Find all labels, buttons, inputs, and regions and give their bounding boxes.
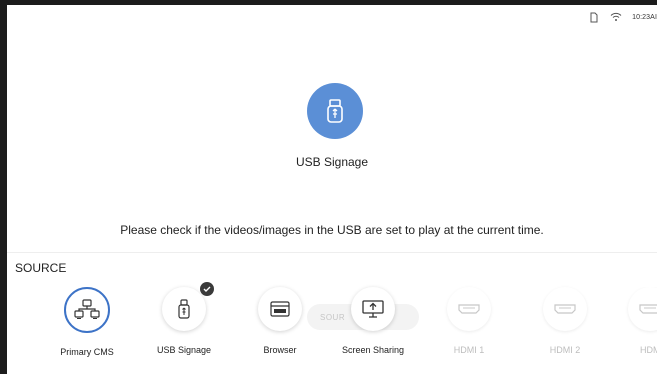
divider xyxy=(7,252,657,253)
usb-check-message: Please check if the videos/images in the… xyxy=(120,223,544,237)
source-label: HDMI 1 xyxy=(453,345,485,355)
source-label: Screen Sharing xyxy=(341,345,405,355)
browser-icon xyxy=(270,301,290,317)
status-bar: 10:23AI xyxy=(588,10,657,24)
source-button[interactable] xyxy=(351,287,395,331)
hdmi-port-icon xyxy=(458,304,480,314)
cms-network-icon xyxy=(74,299,100,319)
wifi-icon xyxy=(610,11,622,23)
signage-screen: 10:23AI USB Signage Please check if the … xyxy=(7,5,657,374)
source-hdmi-3[interactable]: HDM xyxy=(615,287,657,355)
hdmi-port-icon xyxy=(554,304,576,314)
source-label: Primary CMS xyxy=(60,347,114,357)
screen-share-icon xyxy=(362,300,384,318)
source-primary-cms[interactable]: Primary CMS xyxy=(42,287,132,357)
source-button[interactable] xyxy=(543,287,587,331)
source-browser[interactable]: Browser xyxy=(235,287,325,355)
source-screen-sharing[interactable]: Screen Sharing xyxy=(328,287,418,355)
source-button[interactable] xyxy=(447,287,491,331)
source-button[interactable] xyxy=(162,282,214,331)
usb-drive-icon xyxy=(178,299,190,319)
source-label: HDM xyxy=(640,345,657,355)
source-hdmi-2[interactable]: HDMI 2 xyxy=(520,287,610,355)
usb-drive-icon xyxy=(327,99,343,123)
usb-signage-hero xyxy=(307,83,363,139)
sd-card-icon xyxy=(588,11,600,23)
source-usb-signage[interactable]: USB Signage xyxy=(139,282,229,355)
source-label: Browser xyxy=(263,345,297,355)
hdmi-port-icon xyxy=(639,304,657,314)
source-button[interactable] xyxy=(64,287,110,333)
clock: 10:23AI xyxy=(632,13,657,21)
source-hdmi-1[interactable]: HDMI 1 xyxy=(424,287,514,355)
source-label: HDMI 2 xyxy=(549,345,581,355)
source-heading: SOURCE xyxy=(15,261,67,275)
hero-title: USB Signage xyxy=(295,155,369,169)
source-label: USB Signage xyxy=(156,345,212,355)
checkmark-badge-icon xyxy=(200,282,214,296)
source-list: Primary CMS USB Signage Browser Screen S… xyxy=(7,282,657,367)
source-button[interactable] xyxy=(258,287,302,331)
source-button[interactable] xyxy=(628,287,657,331)
